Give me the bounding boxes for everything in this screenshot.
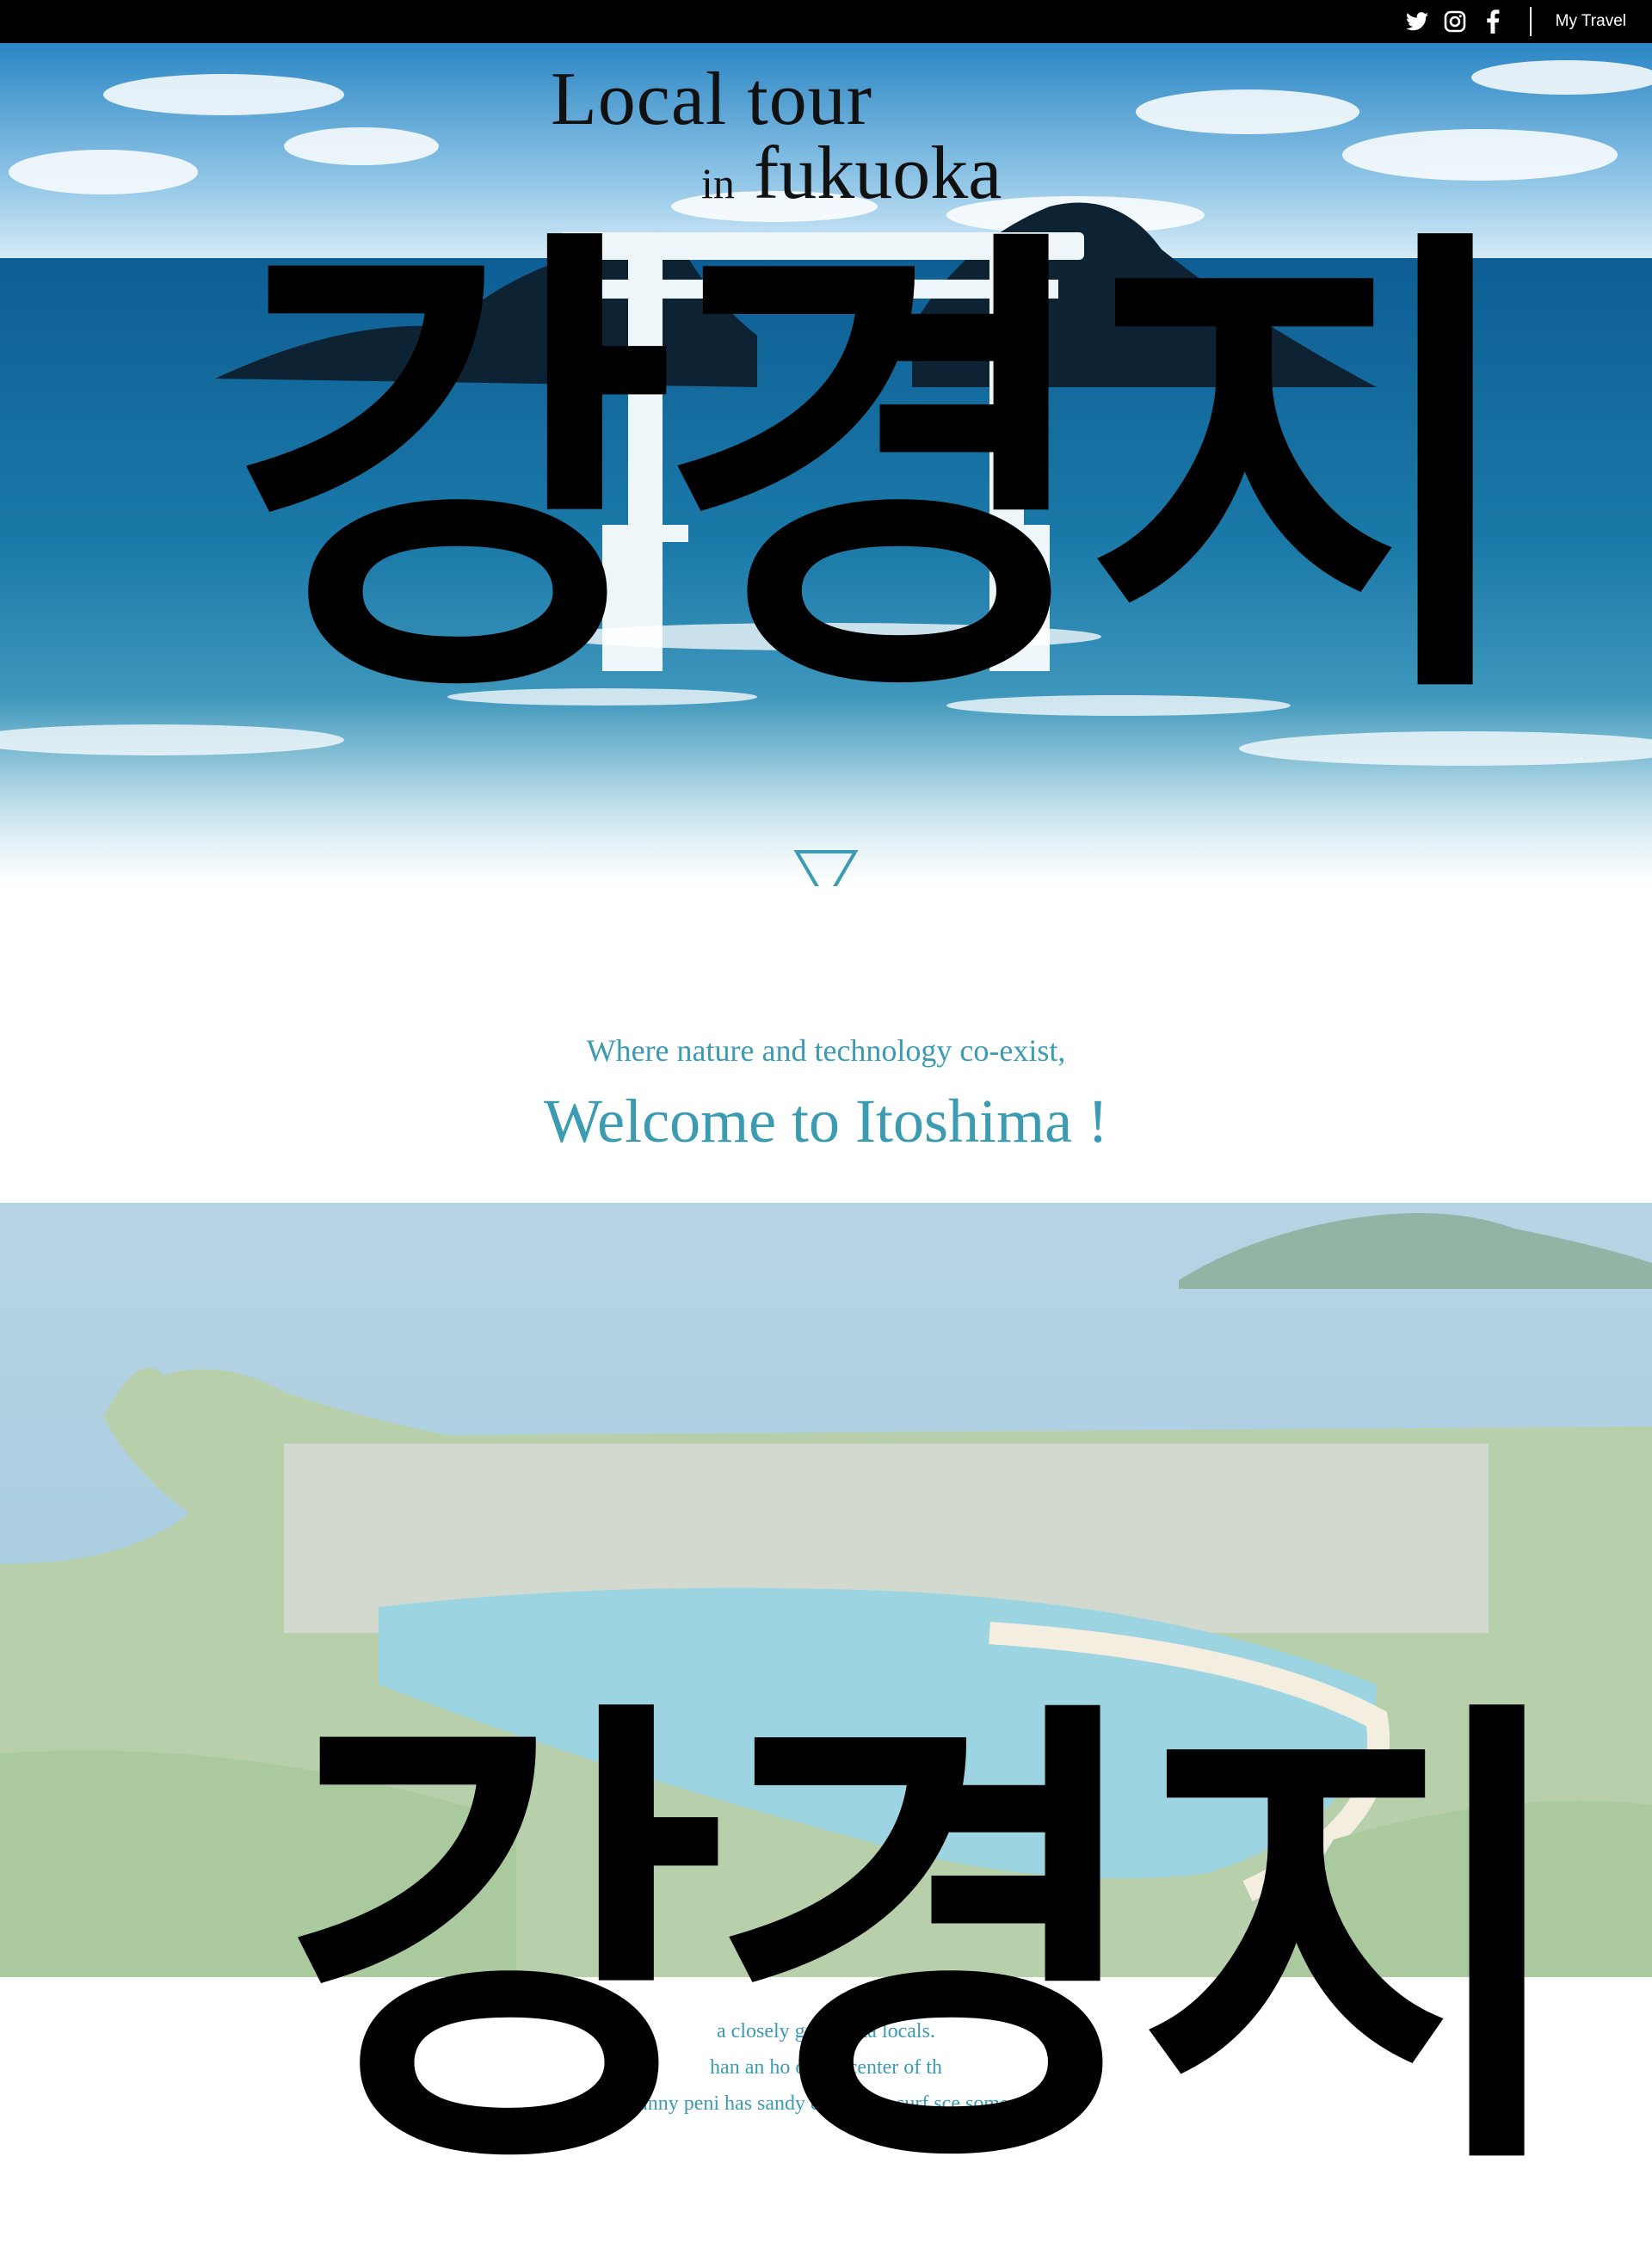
facebook-icon[interactable]: [1480, 9, 1506, 34]
top-bar: My Travel: [0, 0, 1652, 43]
topbar-divider: [1529, 7, 1532, 36]
hero-korean-overlay: 강경지: [232, 193, 1528, 754]
hero-title-line1: Local tour: [551, 58, 873, 141]
my-travel-link[interactable]: My Travel: [1556, 12, 1626, 31]
bottom-korean-overlay: 강경지: [284, 1664, 1580, 2225]
intro-title: Welcome to Itoshima !: [543, 1087, 1108, 1155]
social-links: [1404, 9, 1506, 34]
instagram-icon[interactable]: [1442, 9, 1468, 34]
intro-subtitle: Where nature and technology co-exist,: [586, 1033, 1066, 1068]
twitter-icon[interactable]: [1404, 9, 1430, 34]
scroll-down-arrow-icon[interactable]: [792, 847, 860, 886]
hero-section: Local tour in fukuoka 강경지: [0, 43, 1652, 886]
